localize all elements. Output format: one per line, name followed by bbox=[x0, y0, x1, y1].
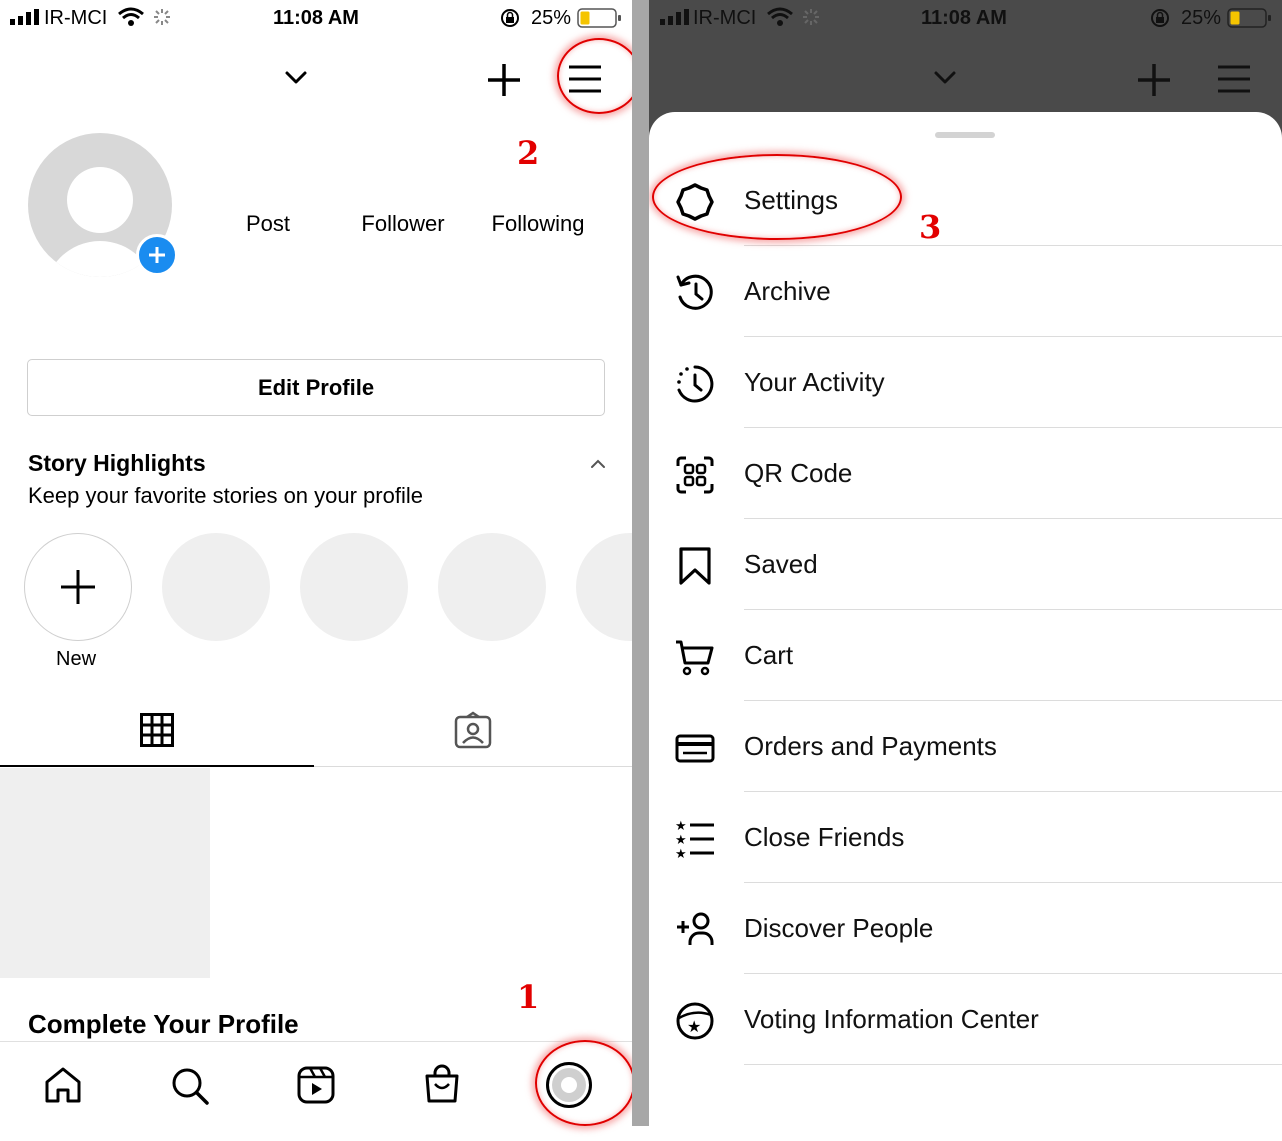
following-stat[interactable]: Following bbox=[478, 211, 598, 237]
plus-icon bbox=[149, 247, 165, 263]
menu-item-label: Archive bbox=[744, 276, 831, 306]
menu-item-close-friends[interactable]: ★ ★ ★ Close Friends bbox=[649, 792, 1282, 883]
collapse-chevron-up-icon[interactable] bbox=[590, 459, 606, 469]
add-person-icon bbox=[677, 912, 714, 945]
loading-spinner-icon bbox=[803, 9, 819, 25]
grid-tab-icon[interactable] bbox=[140, 713, 174, 747]
menu-item-archive[interactable]: Archive bbox=[649, 246, 1282, 337]
highlight-placeholder bbox=[162, 533, 270, 641]
menu-item-your-activity[interactable]: Your Activity bbox=[649, 337, 1282, 428]
highlight-placeholder bbox=[576, 533, 632, 641]
menu-item-label: Close Friends bbox=[744, 822, 905, 852]
tab-divider bbox=[314, 766, 632, 767]
active-tab-indicator bbox=[0, 765, 314, 767]
menu-item-discover-people[interactable]: Discover People bbox=[649, 883, 1282, 974]
archive-icon bbox=[676, 274, 713, 310]
close-friends-icon: ★ ★ ★ bbox=[675, 819, 714, 862]
tagged-tab-icon[interactable] bbox=[454, 711, 492, 750]
menu-bottom-sheet: Settings Archive Your Activity QR Code S… bbox=[649, 112, 1282, 1141]
menu-item-orders-and-payments[interactable]: Orders and Payments bbox=[649, 701, 1282, 792]
clock-label: 11:08 AM bbox=[921, 7, 1007, 29]
menu-item-label: Your Activity bbox=[744, 367, 885, 397]
menu-item-qr-code[interactable]: QR Code bbox=[649, 428, 1282, 519]
wifi-icon bbox=[767, 7, 793, 26]
svg-text:★: ★ bbox=[675, 833, 687, 848]
profile-tab-highlight-ring bbox=[535, 1040, 632, 1126]
svg-text:★: ★ bbox=[687, 1017, 701, 1036]
menu-divider bbox=[744, 1064, 1282, 1065]
add-story-plus-badge[interactable] bbox=[136, 234, 178, 276]
highlight-placeholder bbox=[300, 533, 408, 641]
hamburger-menu-icon bbox=[1218, 65, 1250, 93]
voting-icon: ★ bbox=[676, 1002, 714, 1040]
carrier-label: IR-MCI bbox=[44, 7, 108, 29]
loading-spinner-icon bbox=[154, 9, 170, 25]
menu-sheet-screen: IR-MCI 11:08 AM 25% Settings Archive You… bbox=[649, 0, 1282, 1141]
menu-item-label: QR Code bbox=[744, 458, 853, 488]
story-highlights-subtitle: Keep your favorite stories on your profi… bbox=[28, 483, 423, 508]
menu-item-label: Saved bbox=[744, 549, 818, 579]
bookmark-icon bbox=[679, 547, 711, 585]
callout-number-2: 2 bbox=[517, 134, 540, 172]
menu-item-saved[interactable]: Saved bbox=[649, 519, 1282, 610]
menu-item-voting-information-center[interactable]: ★ Voting Information Center bbox=[649, 974, 1282, 1065]
search-icon[interactable] bbox=[170, 1066, 210, 1106]
clock-label: 11:08 AM bbox=[273, 7, 359, 29]
complete-profile-title: Complete Your Profile bbox=[28, 1009, 299, 1039]
highlight-placeholder bbox=[438, 533, 546, 641]
plus-icon bbox=[61, 570, 95, 604]
posts-stat[interactable]: Post bbox=[224, 211, 312, 237]
panel-divider bbox=[632, 0, 649, 1126]
card-icon bbox=[675, 734, 715, 763]
sheet-drag-handle[interactable] bbox=[935, 132, 995, 138]
battery-icon bbox=[577, 8, 621, 28]
battery-icon bbox=[1227, 8, 1271, 28]
signal-icon bbox=[10, 9, 39, 25]
svg-text:★: ★ bbox=[675, 819, 687, 834]
followers-stat[interactable]: Follower bbox=[346, 211, 460, 237]
home-icon[interactable] bbox=[44, 1066, 82, 1104]
rotation-lock-icon bbox=[501, 9, 519, 27]
new-highlight-label: New bbox=[56, 648, 97, 670]
activity-icon bbox=[677, 365, 714, 403]
shop-bag-icon[interactable] bbox=[423, 1064, 461, 1104]
svg-text:★: ★ bbox=[675, 847, 687, 862]
wifi-icon bbox=[118, 7, 144, 26]
battery-percent: 25% bbox=[531, 7, 572, 29]
create-plus-icon[interactable] bbox=[486, 62, 522, 98]
menu-item-cart[interactable]: Cart bbox=[649, 610, 1282, 701]
menu-item-label: Voting Information Center bbox=[744, 1004, 1039, 1034]
profile-screen: IR-MCI 11:08 AM 25% 2 Post Follower Foll… bbox=[0, 0, 632, 1141]
settings-highlight-ring bbox=[652, 154, 902, 240]
menu-highlight-ring bbox=[557, 38, 632, 114]
edit-profile-button[interactable]: Edit Profile bbox=[27, 359, 605, 416]
callout-number-1: 1 bbox=[517, 978, 540, 1016]
menu-item-label: Orders and Payments bbox=[744, 731, 997, 761]
rotation-lock-icon bbox=[1151, 9, 1169, 27]
post-placeholder-tile bbox=[0, 768, 210, 978]
create-plus-icon bbox=[1138, 64, 1170, 96]
callout-number-3: 3 bbox=[919, 208, 942, 246]
new-highlight-button[interactable] bbox=[24, 533, 132, 641]
reels-icon[interactable] bbox=[297, 1066, 335, 1104]
story-highlights-title: Story Highlights bbox=[28, 450, 206, 476]
battery-percent: 25% bbox=[1181, 7, 1222, 29]
signal-icon bbox=[660, 9, 689, 25]
account-switcher-chevron-icon bbox=[934, 71, 956, 84]
menu-item-label: Cart bbox=[744, 640, 794, 670]
cart-icon bbox=[676, 640, 714, 676]
carrier-label: IR-MCI bbox=[693, 7, 757, 29]
account-switcher-chevron-icon[interactable] bbox=[285, 71, 307, 85]
qr-code-icon bbox=[676, 456, 714, 494]
status-bar: IR-MCI 11:08 AM 25% bbox=[0, 0, 632, 36]
menu-item-label: Discover People bbox=[744, 913, 934, 943]
